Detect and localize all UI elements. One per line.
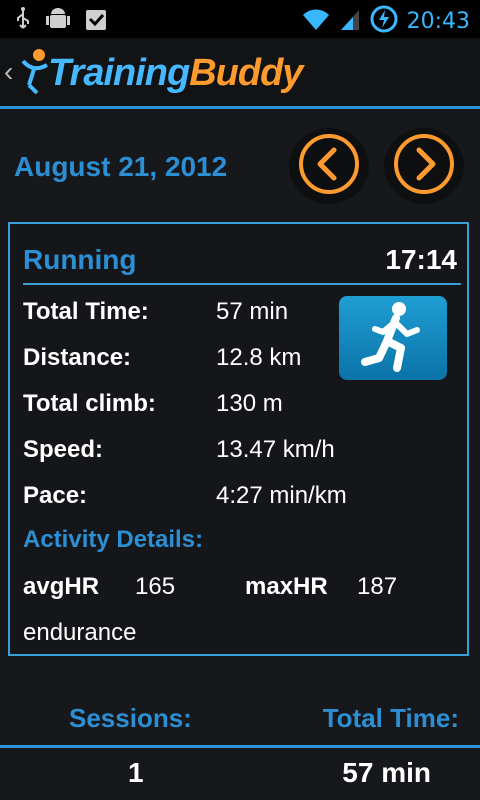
stat-value: 57 min [216, 298, 289, 325]
max-hr-label: maxHR [245, 573, 328, 600]
stat-value: 4:27 min/km [216, 482, 347, 509]
chevron-left-icon [297, 132, 361, 201]
current-date: August 21, 2012 [14, 151, 228, 182]
app-logo: TrainingBuddy [48, 52, 303, 95]
logo-text-buddy: Buddy [189, 52, 303, 94]
card-divider [23, 283, 461, 285]
android-debug-icon [46, 6, 70, 37]
usb-icon [14, 6, 32, 37]
clipboard-check-icon [84, 6, 108, 37]
logo-text-training: Training [48, 52, 190, 94]
app-bar: ‹ TrainingBuddy [0, 38, 480, 109]
back-chevron-icon[interactable]: ‹ [4, 56, 13, 88]
status-time: 20:43 [406, 9, 470, 34]
stat-value: 12.8 km [216, 344, 302, 371]
total-time-label: Total Time: [322, 703, 459, 733]
stat-label: Total Time: [23, 298, 149, 325]
runner-icon [339, 296, 447, 380]
status-bar: 20:43 [0, 0, 480, 38]
avg-hr-value: 165 [135, 573, 176, 600]
max-hr-value: 187 [357, 573, 398, 600]
total-time-value: 57 min [342, 757, 431, 788]
sessions-value: 1 [128, 757, 144, 788]
stat-value: 13.47 km/h [216, 436, 335, 463]
sessions-label: Sessions: [69, 703, 192, 733]
summary-divider [0, 745, 480, 748]
next-day-button[interactable] [384, 128, 464, 204]
stat-label: Pace: [23, 482, 88, 509]
activity-start-time: 17:14 [385, 244, 457, 275]
battery-charging-icon [369, 4, 399, 39]
activity-type: Running [23, 244, 137, 275]
wifi-icon [301, 6, 331, 37]
logo-figure-icon [17, 47, 51, 102]
activity-note: endurance [23, 619, 137, 646]
chevron-right-icon [392, 132, 456, 201]
signal-icon [339, 6, 361, 37]
previous-day-button[interactable] [289, 128, 369, 204]
avg-hr-label: avgHR [23, 573, 100, 600]
activity-details-title: Activity Details: [23, 526, 204, 553]
stat-label: Distance: [23, 344, 132, 371]
activity-card[interactable]: Running 17:14 Total Time: 57 min Distanc… [8, 222, 469, 656]
stat-value: 130 m [216, 390, 283, 417]
stat-label: Total climb: [23, 390, 156, 417]
stat-label: Speed: [23, 436, 104, 463]
